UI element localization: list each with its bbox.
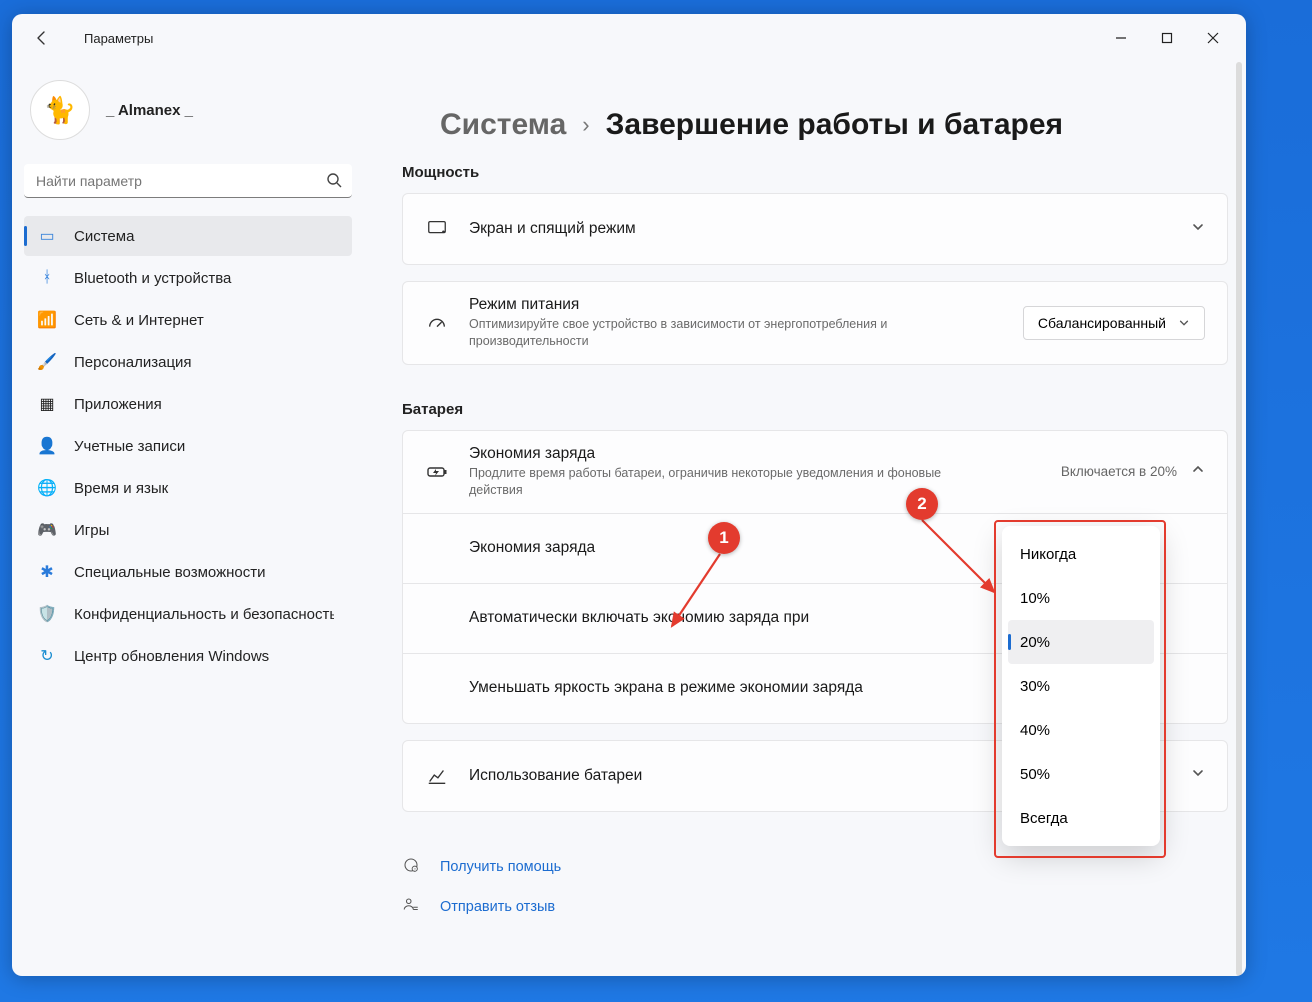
sidebar-item-apps[interactable]: ▦ Приложения [24, 384, 352, 424]
sidebar-item-bluetooth[interactable]: ᚼ Bluetooth и устройства [24, 258, 352, 298]
gamepad-icon: 🎮 [38, 521, 56, 539]
battery-saver-state: Включается в 20% [1061, 464, 1177, 479]
avatar: 🐈 [30, 80, 90, 140]
search-icon [326, 172, 342, 193]
sidebar-item-accessibility[interactable]: ✱ Специальные возможности [24, 552, 352, 592]
minimize-button[interactable] [1098, 22, 1144, 54]
dropdown-option-50[interactable]: 50% [1008, 752, 1154, 796]
sidebar-item-label: Bluetooth и устройства [74, 270, 231, 287]
get-help-link[interactable]: ? Получить помощь [402, 856, 1228, 878]
footer-links: ? Получить помощь Отправить отзыв [402, 856, 1228, 918]
sidebar-item-windowsupdate[interactable]: ↻ Центр обновления Windows [24, 636, 352, 676]
maximize-button[interactable] [1144, 22, 1190, 54]
page-title: Завершение работы и батарея [606, 108, 1063, 142]
chevron-down-icon [1191, 220, 1205, 239]
row-subtitle: Продлите время работы батареи, ограничив… [469, 465, 989, 499]
profile-block[interactable]: 🐈 _ Almanex _ [24, 62, 352, 164]
section-power-label: Мощность [402, 164, 1228, 181]
scrollbar[interactable] [1236, 62, 1242, 976]
battery-saver-icon [425, 460, 449, 484]
sidebar-item-label: Система [74, 228, 134, 245]
sidebar-item-label: Центр обновления Windows [74, 648, 269, 665]
titlebar: Параметры [12, 14, 1246, 62]
chevron-down-icon [1178, 317, 1190, 329]
display-icon: ▭ [38, 227, 56, 245]
chevron-right-icon: › [582, 112, 589, 138]
brush-icon: 🖌️ [38, 353, 56, 371]
sidebar-item-accounts[interactable]: 👤 Учетные записи [24, 426, 352, 466]
apps-icon: ▦ [38, 395, 56, 413]
settings-window: Параметры 🐈 _ Almanex _ ▭ Система ᚼ Blueto… [12, 14, 1246, 976]
chevron-up-icon [1191, 462, 1205, 481]
breadcrumb: Система › Завершение работы и батарея [402, 62, 1228, 164]
row-title: Автоматически включать экономию заряда п… [469, 609, 809, 627]
close-button[interactable] [1190, 22, 1236, 54]
link-label: Отправить отзыв [440, 899, 555, 915]
row-battery-saver[interactable]: Экономия заряда Продлите время работы ба… [403, 431, 1227, 513]
svg-text:?: ? [414, 867, 416, 871]
sidebar-item-label: Конфиденциальность и безопасность [74, 606, 334, 623]
app-title: Параметры [84, 31, 153, 46]
row-title: Экономия заряда [469, 445, 1041, 463]
gauge-icon [425, 311, 449, 335]
sidebar-item-label: Игры [74, 522, 109, 539]
globe-icon: 🌐 [38, 479, 56, 497]
monitor-icon [425, 217, 449, 241]
dropdown-value: Сбалансированный [1038, 315, 1166, 331]
chevron-down-icon [1191, 766, 1205, 785]
person-icon: 👤 [38, 437, 56, 455]
sidebar-item-privacy[interactable]: 🛡️ Конфиденциальность и безопасность [24, 594, 352, 634]
sidebar-item-label: Время и язык [74, 480, 168, 497]
card-power-mode: Режим питания Оптимизируйте свое устройс… [402, 281, 1228, 365]
feedback-icon [402, 896, 420, 918]
user-name: _ Almanex _ [106, 102, 193, 119]
dropdown-option-40[interactable]: 40% [1008, 708, 1154, 752]
bluetooth-icon: ᚼ [38, 269, 56, 287]
sidebar-item-personalization[interactable]: 🖌️ Персонализация [24, 342, 352, 382]
row-title: Уменьшать яркость экрана в режиме эконом… [469, 679, 863, 697]
accessibility-icon: ✱ [38, 563, 56, 581]
update-icon: ↻ [38, 647, 56, 665]
row-title: Экран и спящий режим [469, 220, 1171, 238]
sidebar-item-time[interactable]: 🌐 Время и язык [24, 468, 352, 508]
back-button[interactable] [26, 22, 58, 54]
card-screen-sleep[interactable]: Экран и спящий режим [402, 193, 1228, 265]
sidebar-item-label: Приложения [74, 396, 162, 413]
auto-on-dropdown-popup: Никогда 10% 20% 30% 40% 50% Всегда [1002, 526, 1160, 846]
dropdown-option-20[interactable]: 20% [1008, 620, 1154, 664]
link-label: Получить помощь [440, 859, 561, 875]
shield-icon: 🛡️ [38, 605, 56, 623]
row-title: Экономия заряда [469, 539, 595, 557]
wifi-icon: 📶 [38, 311, 56, 329]
sidebar-item-network[interactable]: 📶 Сеть & и Интернет [24, 300, 352, 340]
help-icon: ? [402, 856, 420, 878]
sidebar-item-label: Сеть & и Интернет [74, 312, 204, 329]
section-battery-label: Батарея [402, 401, 1228, 418]
feedback-link[interactable]: Отправить отзыв [402, 896, 1228, 918]
sidebar-item-label: Персонализация [74, 354, 192, 371]
sidebar-item-gaming[interactable]: 🎮 Игры [24, 510, 352, 550]
dropdown-option-30[interactable]: 30% [1008, 664, 1154, 708]
sidebar: 🐈 _ Almanex _ ▭ Система ᚼ Bluetooth и устр… [12, 62, 364, 976]
dropdown-option-never[interactable]: Никогда [1008, 532, 1154, 576]
power-mode-dropdown[interactable]: Сбалансированный [1023, 306, 1205, 340]
dropdown-option-always[interactable]: Всегда [1008, 796, 1154, 840]
search-input[interactable] [24, 164, 352, 198]
sidebar-item-system[interactable]: ▭ Система [24, 216, 352, 256]
sidebar-item-label: Учетные записи [74, 438, 185, 455]
row-title: Режим питания [469, 296, 1003, 314]
breadcrumb-parent[interactable]: Система [440, 108, 566, 142]
nav-list: ▭ Система ᚼ Bluetooth и устройства 📶 Сеть &… [24, 216, 352, 676]
dropdown-option-10[interactable]: 10% [1008, 576, 1154, 620]
sidebar-item-label: Специальные возможности [74, 564, 266, 581]
row-subtitle: Оптимизируйте свое устройство в зависимо… [469, 316, 989, 350]
chart-icon [425, 764, 449, 788]
